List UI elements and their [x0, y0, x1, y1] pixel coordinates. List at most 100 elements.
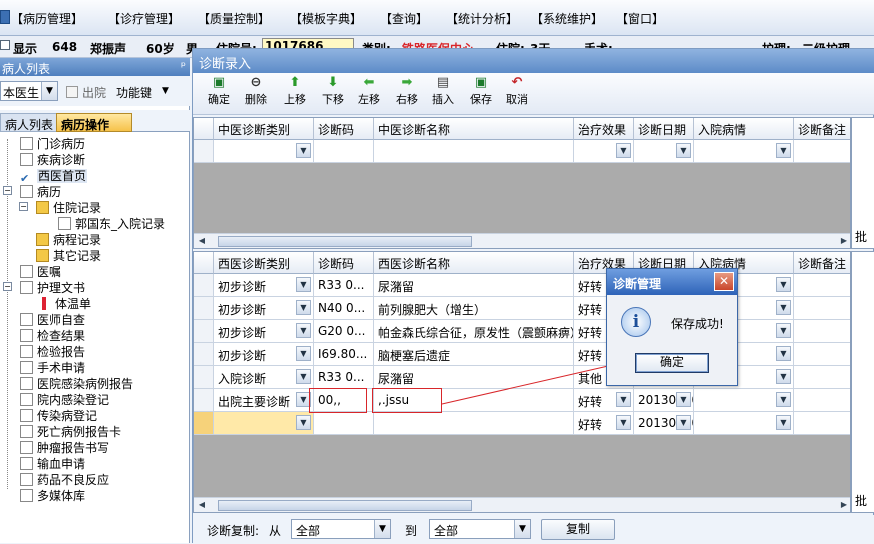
tree-item[interactable]: 郭国东_入院记录: [58, 215, 165, 231]
chevron-down-icon[interactable]: ▼: [514, 520, 530, 538]
function-key-button[interactable]: 功能键: [116, 84, 152, 101]
tree-item[interactable]: 死亡病例报告卡: [20, 423, 121, 439]
toolbar-button[interactable]: ⬆ 上移: [277, 76, 313, 114]
grid-cell[interactable]: ▼: [694, 140, 794, 163]
row-header[interactable]: [194, 320, 214, 343]
copy-from-combo[interactable]: 全部 ▼: [291, 519, 391, 539]
row-header[interactable]: [194, 366, 214, 389]
toolbar-button[interactable]: ▣ 确定: [201, 76, 237, 114]
chevron-down-icon[interactable]: ▼: [776, 369, 791, 384]
column-header[interactable]: 西医诊断名称: [374, 252, 574, 274]
chevron-down-icon[interactable]: ▼: [776, 323, 791, 338]
chevron-down-icon[interactable]: ▼: [296, 369, 311, 384]
grid-cell[interactable]: ▼: [574, 140, 634, 163]
row-header[interactable]: [194, 297, 214, 320]
category-cell[interactable]: 初步诊断 ▼: [214, 274, 314, 297]
chevron-down-icon[interactable]: ▼: [776, 415, 791, 430]
remark-cell[interactable]: [794, 366, 850, 389]
row-header[interactable]: [194, 389, 214, 412]
tree-item[interactable]: 体温单: [38, 295, 91, 311]
category-cell[interactable]: 出院主要诊断 ▼: [214, 389, 314, 412]
chevron-down-icon[interactable]: ▼: [776, 392, 791, 407]
grid-cell[interactable]: [314, 140, 374, 163]
column-header[interactable]: 诊断备注: [794, 118, 850, 140]
chevron-down-icon[interactable]: ▼: [296, 277, 311, 292]
tree-item[interactable]: 护理文书: [20, 279, 85, 295]
toolbar-button[interactable]: ⬅ 左移: [351, 76, 387, 114]
chevron-down-icon[interactable]: ▼: [296, 323, 311, 338]
pin-icon[interactable]: ᵖ: [181, 59, 186, 73]
name-cell[interactable]: 脑梗塞后遗症: [374, 343, 574, 366]
menu-quality-control[interactable]: 【质量控制】: [198, 10, 270, 27]
tree-item[interactable]: 肿瘤报告书写: [20, 439, 109, 455]
chevron-down-icon[interactable]: ▼: [41, 82, 57, 100]
effect-cell[interactable]: 好转 ▼: [574, 389, 634, 412]
tree-item[interactable]: 检查结果: [20, 327, 85, 343]
name-cell[interactable]: 帕金森氏综合征，原发性（震颤麻痹）: [374, 320, 574, 343]
remark-cell[interactable]: [794, 274, 850, 297]
scroll-thumb[interactable]: [218, 236, 472, 247]
menu-diagnosis-treatment[interactable]: 【诊疗管理】: [108, 10, 180, 27]
category-cell[interactable]: 入院诊断 ▼: [214, 366, 314, 389]
tree-collapse-toggle[interactable]: −: [3, 186, 12, 195]
column-header[interactable]: 诊断码: [314, 118, 374, 140]
doctor-combo[interactable]: 本医生 ▼: [0, 81, 58, 101]
chevron-down-icon[interactable]: ▼: [296, 415, 311, 430]
tree-item[interactable]: 门诊病历: [20, 135, 85, 151]
column-header[interactable]: 西医诊断类别: [214, 252, 314, 274]
scroll-right-icon[interactable]: ▶: [838, 235, 850, 247]
remark-cell[interactable]: [794, 389, 850, 412]
name-cell[interactable]: 尿潴留: [374, 274, 574, 297]
tree-item[interactable]: 医院感染病例报告: [20, 375, 133, 391]
row-header[interactable]: [194, 412, 214, 435]
chevron-down-icon[interactable]: ▼: [616, 415, 631, 430]
date-cell[interactable]: 20130820 ▼: [634, 389, 694, 412]
toolbar-button[interactable]: ↶ 取消: [499, 76, 535, 114]
chevron-down-icon[interactable]: ▼: [776, 346, 791, 361]
horizontal-scrollbar[interactable]: ◀ ▶: [194, 233, 850, 248]
chevron-down-icon[interactable]: ▼: [676, 392, 691, 407]
chevron-down-icon[interactable]: ▼: [616, 143, 631, 158]
code-cell[interactable]: [314, 412, 374, 435]
column-header[interactable]: 中医诊断类别: [214, 118, 314, 140]
row-header[interactable]: [194, 140, 214, 163]
toolbar-button[interactable]: ▣ 保存: [463, 76, 499, 114]
chevron-down-icon[interactable]: ▼: [616, 392, 631, 407]
code-cell[interactable]: I69.80...: [314, 343, 374, 366]
column-header[interactable]: 入院病情: [694, 118, 794, 140]
grid-cell[interactable]: [794, 140, 850, 163]
column-header[interactable]: 治疗效果: [574, 118, 634, 140]
tab-patient-list[interactable]: 病人列表: [0, 113, 59, 132]
remark-cell[interactable]: [794, 412, 850, 435]
function-key-dropdown-icon[interactable]: ▼: [162, 86, 169, 96]
menu-medical-records[interactable]: 【病历管理】: [11, 10, 83, 27]
tree-collapse-toggle[interactable]: −: [19, 202, 28, 211]
ok-button[interactable]: 确定: [635, 353, 709, 373]
chevron-down-icon[interactable]: ▼: [776, 277, 791, 292]
menu-statistics[interactable]: 【统计分析】: [446, 10, 518, 27]
tree-item[interactable]: 病历: [20, 183, 61, 199]
remark-cell[interactable]: [794, 297, 850, 320]
column-header[interactable]: 中医诊断名称: [374, 118, 574, 140]
scroll-left-icon[interactable]: ◀: [196, 499, 208, 511]
tree-item[interactable]: 疾病诊断: [20, 151, 85, 167]
tree-item[interactable]: 手术申请: [20, 359, 85, 375]
chevron-down-icon[interactable]: ▼: [296, 300, 311, 315]
column-header[interactable]: 诊断日期: [634, 118, 694, 140]
column-header[interactable]: 诊断备注: [794, 252, 850, 274]
chevron-down-icon[interactable]: ▼: [676, 143, 691, 158]
show-checkbox[interactable]: [0, 40, 10, 50]
chevron-down-icon[interactable]: ▼: [296, 346, 311, 361]
code-cell[interactable]: N40 0...: [314, 297, 374, 320]
copy-to-combo[interactable]: 全部 ▼: [429, 519, 531, 539]
tree-item[interactable]: 药品不良反应: [20, 471, 109, 487]
tree-item[interactable]: 院内感染登记: [20, 391, 109, 407]
toolbar-button[interactable]: ➡ 右移: [389, 76, 425, 114]
horizontal-scrollbar[interactable]: ◀ ▶: [194, 497, 850, 512]
name-cell[interactable]: [374, 412, 574, 435]
grid-cell[interactable]: ▼: [214, 140, 314, 163]
tab-record-operations[interactable]: 病历操作: [56, 113, 132, 132]
code-cell[interactable]: R33 0...: [314, 274, 374, 297]
toolbar-button[interactable]: ⬇ 下移: [315, 76, 351, 114]
tree-item[interactable]: 住院记录: [36, 199, 101, 215]
